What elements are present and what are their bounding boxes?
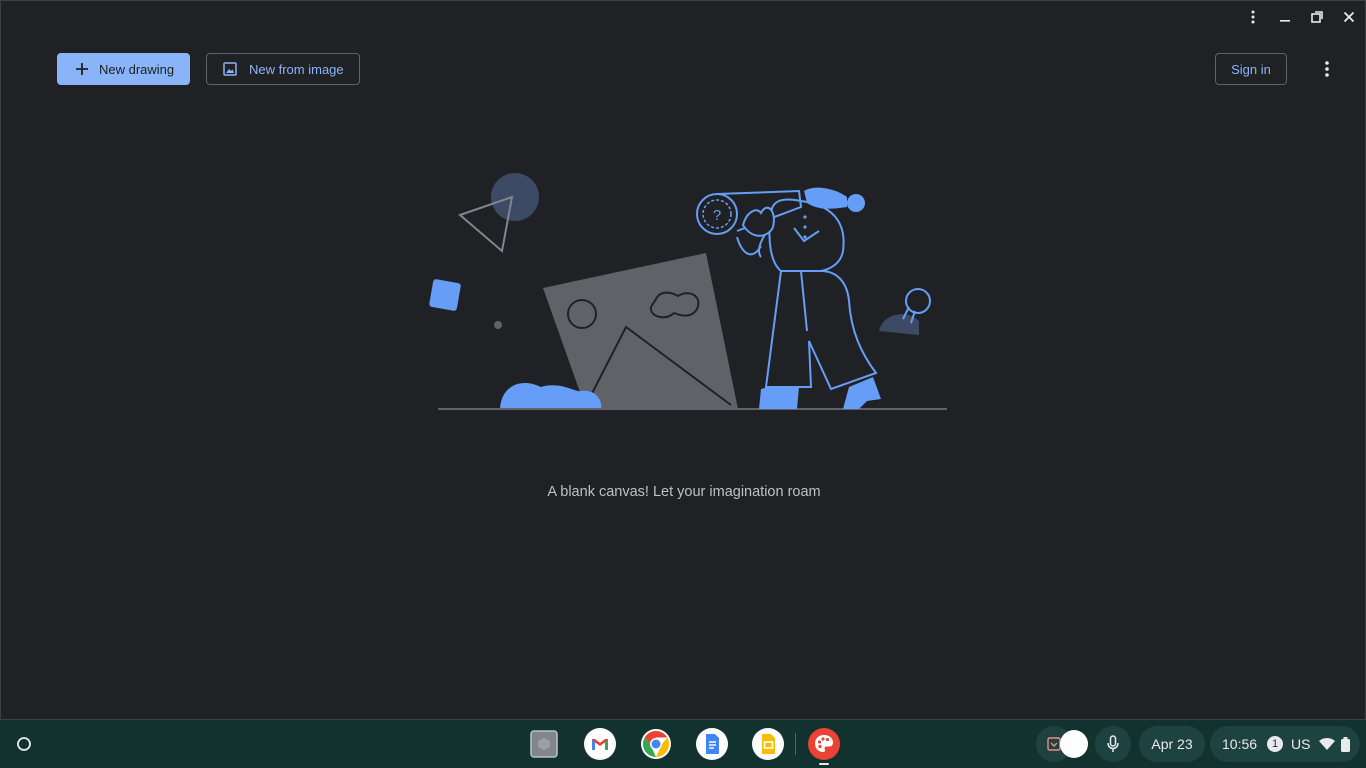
minimize-icon xyxy=(1280,20,1290,22)
image-icon xyxy=(223,62,237,76)
shelf-divider xyxy=(795,733,796,755)
more-vert-icon xyxy=(1251,10,1255,24)
date-tray[interactable]: Apr 23 xyxy=(1139,726,1205,762)
new-drawing-label: New drawing xyxy=(99,61,175,77)
empty-canvas-message: A blank canvas! Let your imagination roa… xyxy=(547,484,821,500)
new-from-image-button[interactable]: New from image xyxy=(206,53,360,85)
app-menu-button[interactable] xyxy=(1311,53,1343,85)
sign-in-button[interactable]: Sign in xyxy=(1215,53,1287,85)
wifi-icon xyxy=(1318,737,1335,751)
restore-icon xyxy=(1311,11,1323,23)
docs-app-icon[interactable] xyxy=(695,727,729,761)
minimize-button[interactable] xyxy=(1269,1,1301,33)
status-area[interactable]: 10:56 1 US xyxy=(1210,726,1360,762)
more-vert-icon xyxy=(1325,61,1329,77)
launcher-icon xyxy=(17,737,31,751)
chrome-app-icon[interactable] xyxy=(639,727,673,761)
svg-text:?: ? xyxy=(713,207,721,224)
restore-button[interactable] xyxy=(1301,1,1333,33)
close-button[interactable] xyxy=(1333,1,1365,33)
slides-app-icon[interactable] xyxy=(751,727,785,761)
shelf: Apr 23 10:56 1 US xyxy=(0,720,1366,768)
files-app-icon[interactable] xyxy=(527,727,561,761)
dictation-button[interactable] xyxy=(1095,726,1131,762)
window-menu-button[interactable] xyxy=(1237,1,1269,33)
gmail-app-icon[interactable] xyxy=(583,727,617,761)
launcher-button[interactable] xyxy=(7,727,41,761)
holding-space-tray[interactable] xyxy=(1036,726,1088,762)
keyboard-layout-label: US xyxy=(1291,736,1311,752)
active-app-indicator xyxy=(819,763,829,765)
battery-icon xyxy=(1340,736,1350,752)
new-drawing-button[interactable]: New drawing xyxy=(57,53,190,85)
notification-badge: 1 xyxy=(1267,736,1284,752)
new-from-image-label: New from image xyxy=(249,61,344,77)
blank-canvas-illustration: ? xyxy=(429,173,947,410)
microphone-icon xyxy=(1107,735,1119,752)
date-label: Apr 23 xyxy=(1151,736,1193,752)
close-icon xyxy=(1343,11,1355,23)
file-thumbnail-icon xyxy=(1060,730,1088,758)
canvas-app-window: New drawing New from image Sign in ? A b… xyxy=(0,0,1366,720)
sign-in-label: Sign in xyxy=(1231,61,1271,77)
window-controls xyxy=(1237,1,1365,33)
plus-icon xyxy=(75,62,89,76)
canvas-app-icon[interactable] xyxy=(807,727,841,761)
clock-label: 10:56 xyxy=(1222,736,1258,752)
